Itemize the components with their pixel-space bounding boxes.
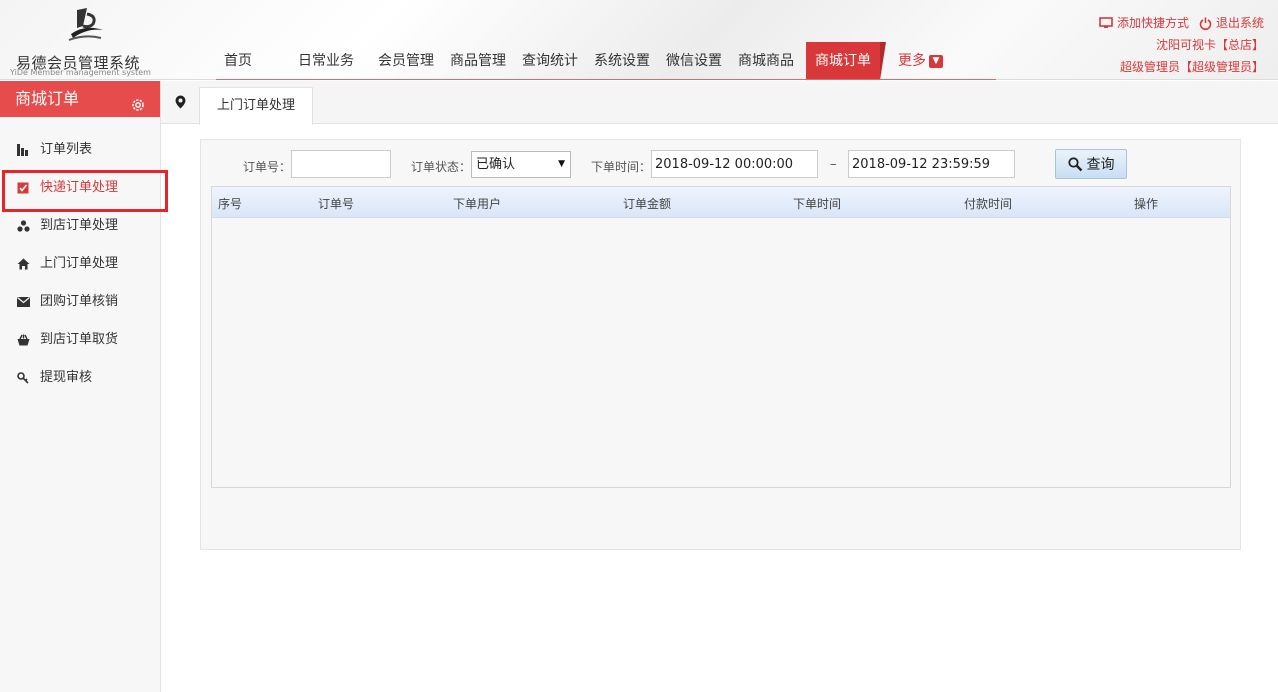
sidebar-header: 商城订单 — [0, 81, 160, 117]
caret-down-icon: ▼ — [558, 159, 565, 169]
sidebar-item-order-list[interactable]: 订单列表 — [0, 131, 160, 169]
sidebar-item-withdraw-review[interactable]: 提现审核 — [0, 359, 160, 397]
column-header[interactable]: 下单用户 — [453, 195, 501, 212]
current-user[interactable]: 超级管理员【超级管理员】 — [1099, 56, 1264, 78]
logout-label: 退出系统 — [1215, 16, 1264, 30]
nav-mall-products[interactable]: 商城商品 — [730, 42, 802, 80]
sidebar-menu: 订单列表 快递订单处理 到店订单处理 上门订单处理 团购订单核销 到店订单取货 … — [0, 131, 168, 397]
orders-table: 序号 订单号 下单用户 订单金额 下单时间 付款时间 操作 — [211, 186, 1231, 488]
filter-bar: 订单号： 订单状态： 已确认 ▼ 下单时间： – 查询 — [201, 149, 1240, 180]
time-end-input[interactable] — [848, 150, 1015, 178]
header-user-panel: 添加快捷方式 退出系统 沈阳可视卡【总店】 超级管理员【超级管理员】 — [1099, 12, 1264, 78]
nav-daily-business[interactable]: 日常业务 — [290, 42, 362, 80]
column-header[interactable]: 下单时间 — [793, 195, 841, 212]
status-select[interactable]: 已确认 ▼ — [471, 151, 571, 178]
top-header: 易德会员管理系统 YiDe Member management system 首… — [0, 0, 1278, 80]
gear-icon[interactable] — [130, 90, 146, 126]
time-start-input[interactable] — [651, 150, 818, 178]
sidebar: 商城订单 订单列表 快递订单处理 到店订单处理 上门订单处理 团购订单核销 到店… — [0, 81, 168, 692]
sidebar-item-label: 团购订单核销 — [40, 294, 119, 309]
nav-mall-orders[interactable]: 商城订单 — [806, 42, 886, 80]
column-header[interactable]: 付款时间 — [964, 195, 1012, 212]
nav-system-settings[interactable]: 系统设置 — [586, 42, 658, 80]
nav-home[interactable]: 首页 — [216, 42, 260, 80]
sidebar-item-instore-orders[interactable]: 到店订单处理 — [0, 207, 160, 245]
key-icon — [16, 371, 30, 385]
sidebar-item-instore-pickup[interactable]: 到店订单取货 — [0, 321, 160, 359]
home-icon — [16, 257, 30, 271]
cluster-icon — [16, 219, 30, 233]
checkbox-icon — [16, 181, 30, 195]
chevron-down-icon: ▼ — [929, 54, 943, 68]
sidebar-item-label: 订单列表 — [40, 142, 93, 157]
basket-icon — [16, 333, 30, 347]
column-header[interactable]: 操作 — [1134, 195, 1158, 212]
sidebar-item-doorstep-orders[interactable]: 上门订单处理 — [0, 245, 160, 283]
content-panel: 订单号： 订单状态： 已确认 ▼ 下单时间： – 查询 序号 订单号 下单用户 … — [200, 139, 1241, 550]
logout-link[interactable]: 退出系统 — [1199, 12, 1264, 34]
order-time-label: 下单时间： — [591, 160, 652, 174]
order-no-input[interactable] — [291, 150, 391, 178]
column-header[interactable]: 订单金额 — [623, 195, 671, 212]
sidebar-item-label: 上门订单处理 — [40, 256, 119, 271]
main-nav: 首页 日常业务 会员管理 商品管理 查询统计 系统设置 微信设置 商城商品 商城… — [216, 42, 951, 80]
nav-underline — [216, 79, 996, 80]
search-button-label: 查询 — [1086, 157, 1115, 173]
search-icon — [1067, 156, 1082, 171]
add-shortcut-link[interactable]: 添加快捷方式 — [1099, 12, 1189, 34]
order-no-label: 订单号： — [243, 160, 292, 174]
status-label: 订单状态： — [411, 160, 472, 174]
table-header: 序号 订单号 下单用户 订单金额 下单时间 付款时间 操作 — [212, 187, 1230, 218]
add-shortcut-label: 添加快捷方式 — [1116, 16, 1189, 30]
nav-member-management[interactable]: 会员管理 — [370, 42, 442, 80]
nav-more[interactable]: 更多 ▼ — [890, 42, 951, 80]
location-pin-icon — [175, 95, 186, 113]
sidebar-item-label: 快递订单处理 — [40, 180, 119, 195]
bar-chart-icon — [16, 143, 30, 157]
status-select-value: 已确认 — [476, 157, 516, 172]
tab-bar: 上门订单处理 — [161, 81, 1278, 125]
sidebar-item-label: 提现审核 — [40, 370, 93, 385]
logo-subtitle: YiDe Member management system — [10, 68, 151, 77]
column-header[interactable]: 订单号 — [318, 195, 354, 212]
nav-query-stats[interactable]: 查询统计 — [514, 42, 586, 80]
logo-emblem-icon — [68, 8, 103, 41]
sidebar-item-label: 到店订单处理 — [40, 218, 119, 233]
sidebar-item-label: 到店订单取货 — [40, 332, 119, 347]
envelope-icon — [16, 295, 30, 309]
nav-product-management[interactable]: 商品管理 — [442, 42, 514, 80]
nav-more-label: 更多 — [898, 53, 926, 69]
power-icon — [1199, 17, 1212, 30]
tab-doorstep-orders[interactable]: 上门订单处理 — [199, 87, 313, 125]
time-separator: – — [830, 157, 837, 172]
sidebar-title: 商城订单 — [15, 89, 80, 108]
sidebar-item-express-orders[interactable]: 快递订单处理 — [0, 169, 168, 212]
monitor-icon — [1099, 17, 1113, 28]
app-logo[interactable]: 易德会员管理系统 YiDe Member management system — [8, 4, 156, 77]
sidebar-item-groupbuy-verify[interactable]: 团购订单核销 — [0, 283, 160, 321]
nav-wechat-settings[interactable]: 微信设置 — [658, 42, 730, 80]
store-name[interactable]: 沈阳可视卡【总店】 — [1099, 34, 1264, 56]
search-button[interactable]: 查询 — [1055, 149, 1127, 179]
column-header[interactable]: 序号 — [218, 195, 242, 212]
